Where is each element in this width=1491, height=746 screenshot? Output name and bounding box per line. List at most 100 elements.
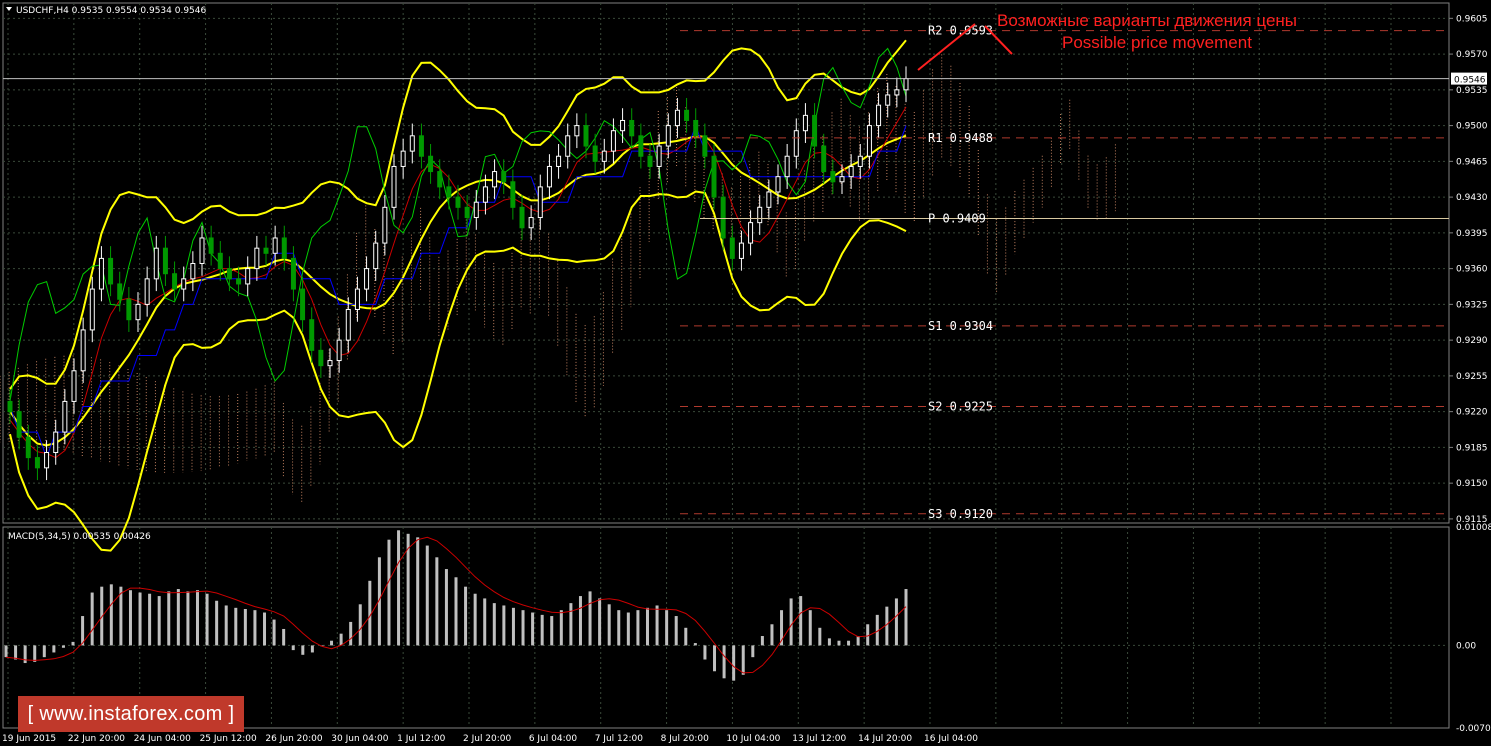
candle-body: [44, 452, 50, 469]
macd-bar: [684, 627, 688, 646]
macd-bar: [511, 607, 515, 646]
macd-bar: [109, 584, 113, 646]
candle-body: [62, 400, 68, 433]
candle-body: [876, 104, 882, 127]
candle-body: [546, 165, 552, 188]
candle-body: [903, 78, 909, 91]
candle-body: [428, 155, 434, 173]
macd-bar: [464, 586, 468, 646]
candle-body: [409, 135, 415, 152]
price-chart[interactable]: 19 Jun 2015 22 Jun 20:00 24 Jun 04:00 25 Ju…: [0, 0, 1491, 746]
candle-body: [199, 237, 205, 265]
macd-bar: [425, 545, 429, 646]
macd-bar: [339, 633, 343, 646]
candle-body: [693, 119, 699, 137]
y-tick-label: 0.9395: [1456, 229, 1488, 239]
macd-y-tick-label: 0.01008: [1456, 523, 1491, 533]
macd-bar: [128, 590, 132, 646]
macd-bar: [693, 643, 697, 646]
x-tick-label: 8 Jul 20:00: [661, 734, 710, 744]
ichimoku-chikou: [9, 47, 907, 402]
candle-body: [281, 237, 287, 259]
candle-body: [665, 125, 671, 147]
candle-body: [336, 339, 342, 362]
macd-bar: [473, 593, 477, 646]
candle-body: [519, 206, 525, 229]
candle-body: [802, 114, 808, 132]
macd-bar: [14, 645, 18, 660]
candle-body: [455, 196, 461, 208]
candle-body: [473, 201, 479, 219]
macd-bar: [416, 537, 420, 646]
candle-body: [263, 247, 269, 254]
annotation-en: Possible price movement: [1062, 33, 1252, 52]
macd-y-tick-label: 0.00: [1456, 641, 1476, 651]
candle-body: [647, 155, 653, 167]
candle-body: [208, 237, 214, 254]
macd-bar: [713, 645, 717, 672]
annotation-ru: Возможные варианты движения цены: [997, 11, 1297, 30]
macd-bar: [215, 600, 219, 646]
macd-bar: [636, 610, 640, 646]
macd-bar: [444, 569, 448, 646]
candle-body: [793, 130, 799, 157]
macd-bar: [33, 645, 37, 662]
candle-body: [135, 303, 141, 321]
y-tick-label: 0.9570: [1456, 50, 1488, 60]
candle-body: [492, 171, 498, 188]
candle-body: [711, 155, 717, 198]
macd-bar: [607, 604, 611, 646]
macd-bar: [224, 605, 228, 646]
macd-bar: [234, 607, 238, 646]
candle-body: [181, 278, 187, 290]
candle-body: [784, 155, 790, 178]
y-tick-label: 0.9325: [1456, 300, 1488, 310]
macd-bar: [818, 627, 822, 646]
candle-body: [153, 247, 159, 280]
current-price-label: 0.9546: [1454, 76, 1486, 86]
macd-bar: [866, 624, 870, 646]
bollinger-lower: [9, 190, 907, 552]
macd-bar: [856, 636, 860, 646]
candle-body: [857, 155, 863, 167]
candle-body: [236, 278, 242, 285]
candle-body: [720, 196, 726, 239]
candle-body: [108, 257, 114, 285]
x-tick-label: 26 Jun 20:00: [265, 734, 322, 744]
candle-body: [583, 125, 589, 147]
candle-body: [464, 206, 470, 219]
candle-body: [254, 247, 260, 270]
candle-body: [126, 298, 132, 321]
macd-bar: [598, 598, 602, 646]
x-tick-label: 16 Jul 04:00: [924, 734, 978, 744]
candle-body: [327, 360, 333, 367]
y-tick-label: 0.9360: [1456, 265, 1488, 275]
candle-body: [300, 288, 306, 321]
x-tick-label: 25 Jun 12:00: [200, 734, 257, 744]
macd-bar: [789, 598, 793, 646]
macd-bar: [205, 593, 209, 646]
pivot-label-r1: R1 0.9488: [928, 131, 993, 145]
candle-body: [290, 257, 296, 290]
y-tick-label: 0.9150: [1456, 479, 1488, 489]
macd-bar: [703, 645, 707, 660]
macd-bar: [42, 645, 46, 658]
macd-bar: [885, 606, 889, 646]
candle-body: [866, 125, 872, 157]
macd-bar: [521, 610, 525, 646]
candle-body: [172, 273, 178, 290]
macd-bar: [569, 603, 573, 646]
macd-bar: [148, 593, 152, 646]
candle-body: [528, 217, 534, 229]
candle-body: [766, 191, 772, 208]
x-tick-label: 7 Jul 12:00: [595, 734, 644, 744]
candle-body: [729, 237, 735, 259]
macd-bar: [349, 621, 353, 646]
candle-body: [446, 186, 452, 198]
candle-body: [839, 176, 845, 183]
x-tick-label: 1 Jul 12:00: [397, 734, 446, 744]
candle-body: [309, 319, 315, 351]
macd-bar: [626, 612, 630, 646]
pivot-label-s1: S1 0.9304: [928, 319, 993, 333]
macd-bar: [617, 610, 621, 646]
